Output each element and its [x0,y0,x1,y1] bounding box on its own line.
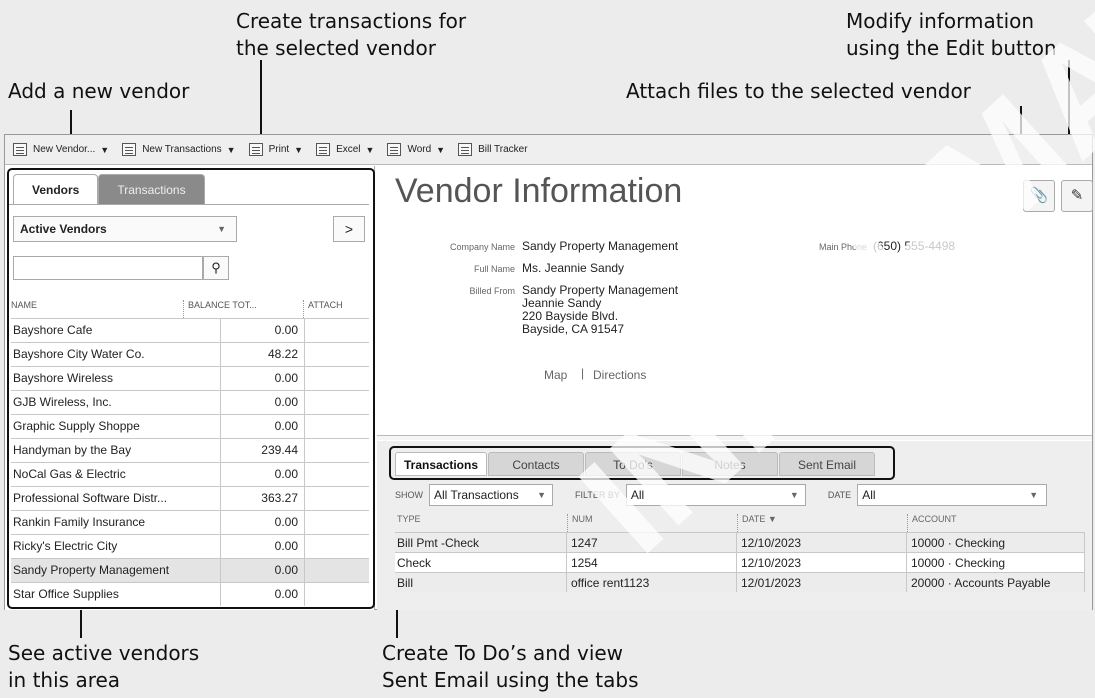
col-type-header[interactable]: TYPE [395,514,567,532]
txn-account: 10000 · Checking [907,533,1085,552]
vendor-list-panel: Vendors Transactions Active Vendors ▼ > ⚲… [5,166,375,610]
date-select[interactable]: All ▼ [857,484,1048,506]
leader-create-transactions [260,60,262,140]
txn-type: Bill [395,573,567,592]
txn-num: 1254 [567,553,737,572]
bill-tracker-label: Bill Tracker [478,144,528,155]
callout-create-transactions: Create transactions for the selected ven… [236,9,467,60]
transactions-body: Bill Pmt -Check 1247 12/10/2023 10000 · Che… [395,532,1085,592]
chevron-down-icon: ▼ [436,144,446,155]
new-vendor-button[interactable]: New Vendor... ▼ [13,143,109,156]
active-vendors-highlight [7,168,375,609]
panel-splitter[interactable] [377,435,1092,440]
edit-button[interactable]: ✎ [1061,180,1093,212]
col-num-header[interactable]: NUM [567,514,737,532]
show-label: SHOW [395,490,423,500]
app-window: New Vendor... ▼ New Transactions ▼ Print ▼ … [4,134,1093,610]
new-transactions-button[interactable]: New Transactions ▼ [122,143,236,156]
directions-link[interactable]: Directions [593,368,646,382]
callout-create-todos: Create To Do’s and view Sent Email using… [382,641,639,692]
paperclip-icon: 📎 [1029,187,1049,204]
filter-by-value: All [630,488,645,502]
txn-num: office rent1123 [567,573,737,592]
vendor-info-panel: Vendor Information 📎 ✎ Company Name Sand… [377,166,1093,610]
pencil-icon: ✎ [1070,187,1084,204]
txn-type: Bill Pmt -Check [395,533,567,552]
chevron-down-icon: ▼ [100,144,110,155]
new-vendor-icon [13,143,27,156]
main-phone-label: Main Phone [818,242,867,252]
tabs-highlight [389,446,895,480]
col-date-label: DATE [742,514,766,524]
map-link[interactable]: Map [544,368,567,382]
word-label: Word [407,144,432,155]
printer-icon [248,143,263,156]
show-value: All Transactions [434,488,519,502]
transaction-row[interactable]: Check 1254 12/10/2023 10000 · Checking [395,552,1085,572]
chevron-down-icon: ▼ [226,144,236,155]
col-account-header[interactable]: ACCOUNT [907,514,1085,532]
callout-attach-files: Attach files to the selected vendor [626,79,971,103]
txn-date: 12/10/2023 [737,553,907,572]
filter-bar: SHOW All Transactions ▼ FILTER BY All ▼ DA… [395,482,1085,508]
word-icon [387,143,402,156]
word-button[interactable]: Word ▼ [387,143,445,156]
date-label: DATE [827,490,852,500]
col-date-header[interactable]: DATE ▼ [737,514,907,532]
billed-from-value: Sandy Property Management Jeannie Sandy … [522,283,679,336]
chevron-down-icon: ▼ [537,490,546,500]
txn-type: Check [395,553,567,572]
bill-tracker-button[interactable]: Bill Tracker [458,143,528,156]
filter-by-label: FILTER BY [575,490,620,500]
toolbar: New Vendor... ▼ New Transactions ▼ Print ▼ … [5,135,1092,165]
chevron-down-icon: ▼ [294,144,304,155]
transactions-header: TYPE NUM DATE ▼ ACCOUNT [395,514,1085,532]
new-transactions-icon [122,143,137,156]
txn-account: 20000 · Accounts Payable [907,573,1085,592]
link-divider: | [581,366,585,380]
billed-from-label: Billed From [469,286,515,296]
sort-down-icon: ▼ [767,514,777,524]
transaction-row[interactable]: Bill Pmt -Check 1247 12/10/2023 10000 · Che… [395,532,1085,552]
callout-add-vendor: Add a new vendor [8,79,190,103]
company-name-value: Sandy Property Management [522,239,679,253]
txn-date: 12/10/2023 [737,533,907,552]
attach-button[interactable]: 📎 [1023,180,1055,212]
show-select[interactable]: All Transactions ▼ [429,484,553,506]
main-phone-value: (650) 555-4498 [873,239,956,253]
new-transactions-label: New Transactions [142,144,222,155]
callout-see-active: See active vendors in this area [8,641,200,692]
company-name-label: Company Name [449,242,515,252]
print-label: Print [268,144,290,155]
full-name-value: Ms. Jeannie Sandy [522,261,625,275]
excel-icon [316,143,331,156]
page-title: Vendor Information [395,172,683,210]
chevron-down-icon: ▼ [1029,490,1039,500]
transaction-row[interactable]: Bill office rent1123 12/01/2023 20000 · Acc… [395,572,1085,592]
date-value: All [862,488,876,502]
bill-tracker-icon [458,143,473,156]
txn-num: 1247 [567,533,737,552]
chevron-down-icon: ▼ [789,490,799,500]
excel-label: Excel [336,144,361,155]
print-button[interactable]: Print ▼ [248,143,304,156]
txn-date: 12/01/2023 [737,573,907,592]
full-name-label: Full Name [473,264,515,274]
txn-account: 10000 · Checking [907,553,1085,572]
callout-modify-info: Modify information using the Edit button [846,9,1057,60]
new-vendor-label: New Vendor... [33,144,96,155]
filter-by-select[interactable]: All ▼ [625,484,806,506]
excel-button[interactable]: Excel ▼ [316,143,374,156]
chevron-down-icon: ▼ [365,144,375,155]
leader-see-active [80,610,82,638]
